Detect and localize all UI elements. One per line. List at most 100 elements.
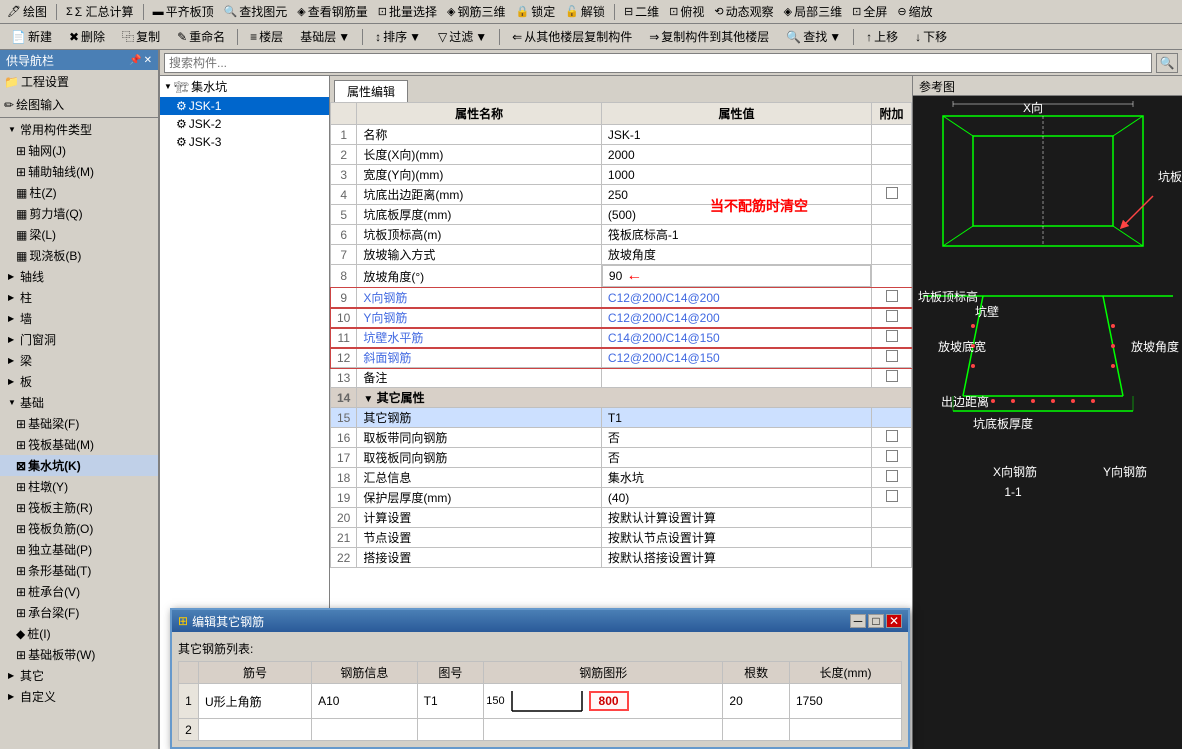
nav-item-foundation-root[interactable]: ▼ 基础 [0,392,158,413]
nav-item-isolated[interactable]: ⊞ 独立基础(P) [0,539,158,560]
search-button[interactable]: 🔍 [1156,53,1178,73]
find-button[interactable]: 🔍 查找 ▼ [779,26,848,48]
toolbar-icon-dynamic[interactable]: ⟲ 动态观察 [711,2,776,21]
nav-item-cap[interactable]: ⊞ 桩承台(V) [0,581,158,602]
prop-extra-10[interactable] [872,308,912,328]
nav-item-cap-beam[interactable]: ⊞ 承台梁(F) [0,602,158,623]
prop-value-3[interactable]: 1000 [601,165,871,185]
prop-value-1[interactable]: JSK-1 [601,125,871,145]
prop-value-8[interactable]: 90 ← [602,265,871,287]
dialog-empty-cell-6[interactable] [789,719,901,741]
nav-close-icon[interactable]: ✕ [144,55,152,66]
search-input[interactable] [164,53,1152,73]
nav-item-raft-main[interactable]: ⊞ 筏板主筋(R) [0,497,158,518]
nav-item-foundation-beam[interactable]: ⊞ 基础梁(F) [0,413,158,434]
prop-extra-4[interactable] [872,185,912,205]
prop-extra-11[interactable] [872,328,912,348]
prop-value-16[interactable]: 否 [601,428,871,448]
nav-item-draw[interactable]: ✏ 绘图输入 [0,93,158,116]
toolbar-icon-lock[interactable]: 🔒 锁定 [513,2,559,21]
nav-item-axis-root[interactable]: ▶ 轴线 [0,266,158,287]
rename-button[interactable]: ✎ 重命名 [170,26,232,48]
nav-item-axis[interactable]: ⊞ 轴网(J) [0,140,158,161]
prop-extra-19[interactable] [872,488,912,508]
nav-pin-icon[interactable]: 📌 [129,55,141,66]
dialog-empty-cell-2[interactable] [312,719,418,741]
nav-item-aux-axis[interactable]: ⊞ 辅助轴线(M) [0,161,158,182]
up-button[interactable]: ↑ 上移 [859,26,905,48]
nav-item-wall-root[interactable]: ▶ 墙 [0,308,158,329]
copy-button[interactable]: ⿻ 复制 [115,26,167,48]
tree-node-jsk3[interactable]: ⚙ JSK-3 [160,133,329,151]
prop-extra-9[interactable] [872,288,912,308]
toolbar-icon-zoom[interactable]: ⊖ 缩放 [894,2,935,21]
tree-node-jsk2[interactable]: ⚙ JSK-2 [160,115,329,133]
nav-item-beam-root[interactable]: ▶ 梁 [0,350,158,371]
nav-item-common[interactable]: ▼ 常用构件类型 [0,119,158,140]
prop-value-7[interactable]: 放坡角度 [601,245,871,265]
prop-value-19[interactable]: (40) [601,488,871,508]
dialog-empty-cell-1[interactable] [199,719,312,741]
nav-item-column[interactable]: ▦ 柱(Z) [0,182,158,203]
prop-value-15[interactable]: T1 [601,408,871,428]
nav-item-slab[interactable]: ▦ 现浇板(B) [0,245,158,266]
nav-item-raft-neg[interactable]: ⊞ 筏板负筋(O) [0,518,158,539]
nav-item-belt[interactable]: ⊞ 基础板带(W) [0,644,158,665]
toolbar-icon-3d-rebar[interactable]: ◈ 钢筋三维 [444,2,508,21]
nav-item-col-root[interactable]: ▶ 柱 [0,287,158,308]
copy-from-button[interactable]: ⇐ 从其他楼层复制构件 [505,26,639,48]
prop-value-4[interactable]: 250 [601,185,871,205]
prop-value-22[interactable]: 按默认搭接设置计算 [601,548,871,568]
prop-value-2[interactable]: 2000 [601,145,871,165]
tab-properties[interactable]: 属性编辑 [334,80,408,102]
dialog-empty-cell-3[interactable] [417,719,484,741]
toolbar-icon-local3d[interactable]: ◈ 局部三维 [781,2,845,21]
new-button[interactable]: 📄 新建 [4,26,59,48]
delete-button[interactable]: ✖ 删除 [62,26,112,48]
prop-value-17[interactable]: 否 [601,448,871,468]
dialog-empty-cell-4[interactable] [484,719,723,741]
filter-button[interactable]: ▽ 过滤 ▼ [431,26,494,48]
toolbar-icon-unlock[interactable]: 🔓 解锁 [562,2,608,21]
tree-node-pit[interactable]: ▼ 🏗 集水坑 [160,76,329,97]
prop-extra-16[interactable] [872,428,912,448]
nav-item-beam[interactable]: ▦ 梁(L) [0,224,158,245]
nav-item-custom-root[interactable]: ▶ 自定义 [0,686,158,707]
prop-value-18[interactable]: 集水坑 [601,468,871,488]
prop-extra-17[interactable] [872,448,912,468]
prop-value-20[interactable]: 按默认计算设置计算 [601,508,871,528]
prop-extra-13[interactable] [872,368,912,388]
toolbar-icon-level[interactable]: ▬ 平齐板顶 [150,2,217,21]
prop-value-21[interactable]: 按默认节点设置计算 [601,528,871,548]
prop-value-11[interactable]: C14@200/C14@150 [601,328,871,348]
nav-item-pile[interactable]: ◆ 桩(I) [0,623,158,644]
nav-item-pier[interactable]: ⊞ 柱墩(Y) [0,476,158,497]
copy-to-button[interactable]: ⇒ 复制构件到其他楼层 [642,26,776,48]
highlighted-dimension-cell[interactable]: 800 [589,691,629,711]
toolbar-icon-batch[interactable]: ⊡ 批量选择 [375,2,440,21]
dialog-minimize-button[interactable]: ─ [850,614,866,628]
nav-item-other-root[interactable]: ▶ 其它 [0,665,158,686]
toolbar-icon-find[interactable]: 🔍 查找图元 [221,2,291,21]
tree-node-jsk1[interactable]: ⚙ JSK-1 [160,97,329,115]
dialog-close-button[interactable]: ✕ [886,614,902,628]
prop-value-5[interactable]: (500) [601,205,871,225]
toolbar-icon-view-rebar[interactable]: ◈ 查看钢筋量 [294,2,370,21]
nav-item-project[interactable]: 📁 工程设置 [0,70,158,93]
prop-value-9[interactable]: C12@200/C14@200 [601,288,871,308]
nav-item-slab-root[interactable]: ▶ 板 [0,371,158,392]
sort-button[interactable]: ↕ 排序 ▼ [368,26,428,48]
base-floor-button[interactable]: 基础层 ▼ [293,26,357,48]
toolbar-icon-2d[interactable]: ⊟ 二维 [621,2,662,21]
nav-item-pit[interactable]: ⊠ 集水坑(K) [0,455,158,476]
nav-item-raft[interactable]: ⊞ 筏板基础(M) [0,434,158,455]
nav-item-strip[interactable]: ⊞ 条形基础(T) [0,560,158,581]
toolbar-icon-top-view[interactable]: ⊡ 俯视 [666,2,707,21]
prop-value-12[interactable]: C12@200/C14@150 [601,348,871,368]
prop-extra-12[interactable] [872,348,912,368]
dialog-empty-cell-5[interactable] [723,719,790,741]
nav-item-door-root[interactable]: ▶ 门窗洞 [0,329,158,350]
dialog-maximize-button[interactable]: □ [868,614,884,628]
toolbar-icon-fullscreen[interactable]: ⊡ 全屏 [849,2,890,21]
prop-value-10[interactable]: C12@200/C14@200 [601,308,871,328]
